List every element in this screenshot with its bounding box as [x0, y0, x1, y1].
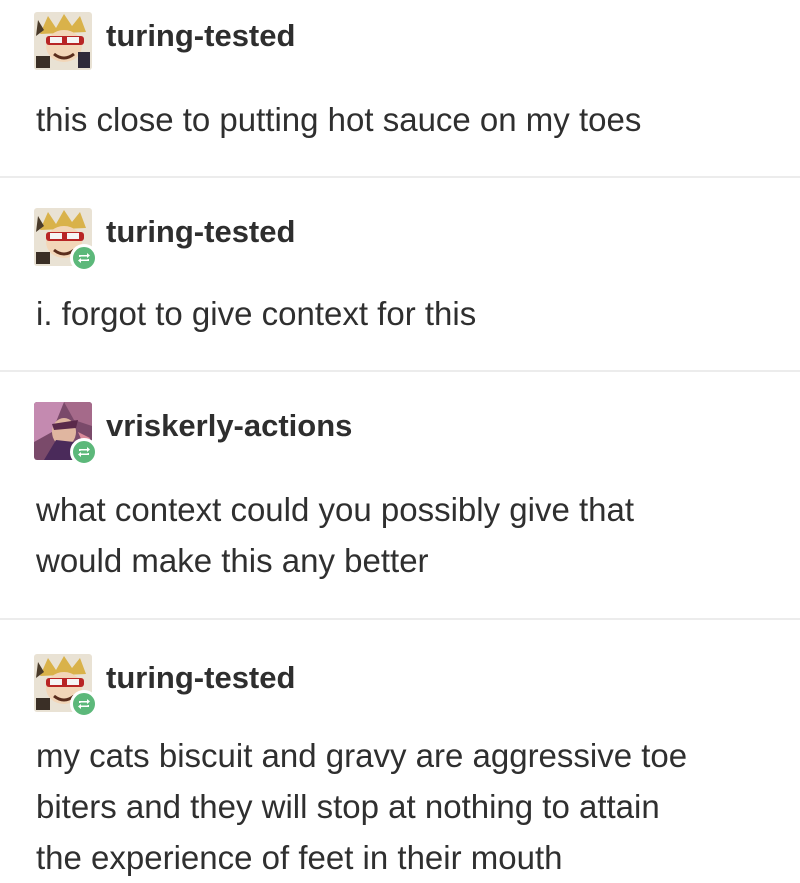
reblog-icon: [70, 244, 98, 272]
reblog-icon: [70, 438, 98, 466]
post-username[interactable]: turing-tested: [106, 214, 295, 250]
post-text-line: i. forgot to give context for this: [36, 295, 477, 332]
post-4: turing-tested my cats biscuit and gravy …: [0, 620, 800, 881]
post-username[interactable]: turing-tested: [106, 18, 295, 54]
post-text-line: my cats biscuit and gravy are aggressive…: [36, 737, 688, 774]
post-body: my cats biscuit and gravy are aggressive…: [36, 730, 766, 883]
post-header: turing-tested: [34, 208, 774, 272]
turing-avatar[interactable]: [34, 12, 92, 70]
post-username[interactable]: vriskerly-actions: [106, 408, 352, 444]
reblog-icon: [70, 690, 98, 718]
post-3: vriskerly-actions what context could you…: [0, 372, 800, 618]
post-2: turing-tested i. forgot to give context …: [0, 178, 800, 370]
post-text-line: would make this any better: [36, 542, 429, 579]
post-header: vriskerly-actions: [34, 402, 774, 466]
post-text-line: biters and they will stop at nothing to …: [36, 788, 660, 825]
reblog-thread: turing-tested this close to putting hot …: [0, 0, 800, 881]
post-text-line: the experience of feet in their mouth: [36, 839, 563, 876]
post-text-line: what context could you possibly give tha…: [36, 491, 635, 528]
post-body: i. forgot to give context for this: [36, 288, 766, 339]
post-body: this close to putting hot sauce on my to…: [36, 94, 766, 145]
post-text-line: this close to putting hot sauce on my to…: [36, 101, 642, 138]
post-username[interactable]: turing-tested: [106, 660, 295, 696]
post-1: turing-tested this close to putting hot …: [0, 0, 800, 176]
post-header: turing-tested: [34, 654, 774, 718]
post-body: what context could you possibly give tha…: [36, 484, 766, 586]
post-header: turing-tested: [34, 12, 774, 72]
